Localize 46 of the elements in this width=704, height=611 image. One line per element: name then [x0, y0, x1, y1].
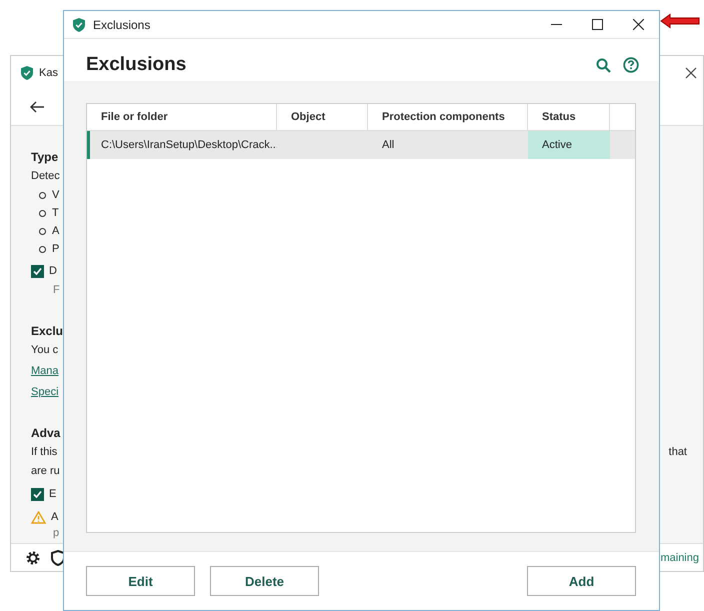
- shield-icon[interactable]: [51, 550, 65, 566]
- checkbox[interactable]: [31, 265, 44, 278]
- close-icon[interactable]: [685, 66, 697, 79]
- shield-icon: [73, 18, 85, 32]
- table-cell[interactable]: All: [368, 131, 528, 159]
- bullet-icon: [39, 192, 46, 198]
- bullet-icon: [39, 210, 46, 216]
- status-text: maining: [660, 552, 699, 564]
- list-item: A: [52, 224, 60, 239]
- list-item: T: [52, 206, 59, 221]
- table-cell[interactable]: Active: [528, 131, 610, 159]
- settings-icon[interactable]: [25, 550, 41, 566]
- dialog-button[interactable]: Add: [527, 566, 636, 596]
- section-heading: Adva: [31, 425, 62, 442]
- hint-text: F: [52, 283, 61, 298]
- section-heading: Type: [31, 149, 60, 166]
- close-icon[interactable]: [633, 19, 644, 30]
- description-text: You c: [31, 343, 60, 358]
- dialog-heading: Exclusions: [86, 54, 188, 76]
- section-heading: Exclu: [31, 323, 64, 340]
- list-item: P: [52, 242, 60, 257]
- dialog-button[interactable]: Edit: [86, 566, 195, 596]
- dialog-button[interactable]: Delete: [210, 566, 319, 596]
- warning-text: A: [51, 510, 58, 525]
- description-text: that: [668, 445, 687, 460]
- bullet-icon: [39, 246, 46, 252]
- pointer-arrow-icon: [660, 13, 700, 29]
- description-text: Detec: [31, 169, 61, 184]
- search-icon[interactable]: [596, 58, 611, 72]
- warning-icon: [31, 511, 46, 524]
- description-text: If this: [31, 445, 58, 460]
- help-icon[interactable]: [623, 57, 639, 73]
- back-arrow-icon[interactable]: [29, 101, 45, 114]
- shield-icon: [21, 66, 33, 80]
- table-cell[interactable]: C:\Users\IranSetup\Desktop\Crack...: [87, 131, 277, 159]
- table-cell: [610, 131, 635, 159]
- maximize-icon[interactable]: [592, 19, 603, 30]
- window-title: Kas: [39, 66, 58, 79]
- window-title: Exclusions: [93, 18, 150, 32]
- list-item: V: [52, 188, 60, 203]
- warning-subtext: p: [52, 527, 60, 539]
- description-text: are ru: [31, 464, 61, 479]
- checkbox-label: D: [49, 264, 57, 279]
- checkbox-label: E: [49, 487, 56, 502]
- bullet-icon: [39, 228, 46, 234]
- checkbox[interactable]: [31, 488, 44, 501]
